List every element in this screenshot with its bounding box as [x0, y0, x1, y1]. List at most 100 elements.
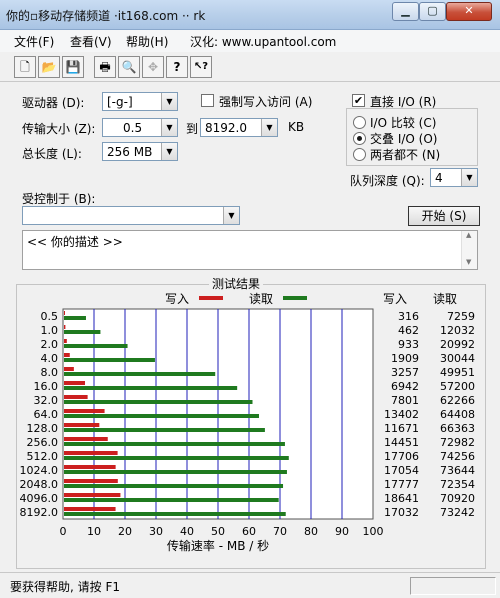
help-button[interactable]: ?	[166, 56, 188, 78]
print-button[interactable]: 🖶	[94, 56, 116, 78]
menu-bar: 文件(F) 查看(V) 帮助(H) 汉化: www.upantool.com	[0, 30, 500, 52]
move-button[interactable]: ✥	[142, 56, 164, 78]
save-icon: 💾	[65, 60, 81, 74]
queue-depth-value: 4	[435, 171, 443, 185]
category-label: 4.0	[41, 352, 59, 365]
x-tick-label: 70	[273, 525, 287, 538]
results-panel: 写入 读取 写入 读取 0 10 20 30 40 50 60 70 80 90 100 传输速率 - MB …	[16, 284, 486, 569]
write-value: 11671	[384, 422, 419, 435]
write-bar	[64, 493, 121, 497]
results-title: 测试结果	[209, 275, 264, 292]
minimize-button[interactable]: ▁	[392, 2, 419, 21]
write-value: 14451	[384, 436, 419, 449]
context-help-button[interactable]: ↖?	[190, 56, 212, 78]
to-label: 到	[186, 122, 199, 136]
write-bar	[64, 311, 65, 315]
scroll-up-icon[interactable]: ▲	[466, 231, 471, 239]
description-scrollbar[interactable]: ▲ ▼	[461, 231, 477, 269]
menu-view[interactable]: 查看(V)	[70, 33, 112, 50]
x-tick-label: 50	[211, 525, 225, 538]
read-bar	[64, 498, 279, 502]
force-write-checkbox[interactable]	[201, 94, 214, 107]
io-compare-radio[interactable]	[353, 116, 366, 129]
chevron-down-icon[interactable]: ▼	[161, 119, 177, 136]
x-axis-title: 传输速率 - MB / 秒	[167, 538, 269, 553]
chevron-down-icon[interactable]: ▼	[261, 119, 277, 136]
scroll-down-icon[interactable]: ▼	[466, 258, 471, 266]
minimize-icon: ▁	[401, 4, 410, 17]
start-button[interactable]: 开始 (S)	[408, 206, 480, 226]
write-value: 6942	[391, 380, 419, 393]
help-icon: ?	[173, 60, 181, 74]
read-value: 73242	[440, 506, 475, 519]
read-bar	[64, 330, 101, 334]
controlled-by-select[interactable]: ▼	[22, 206, 240, 225]
read-bar	[64, 344, 128, 348]
transfer-to-select[interactable]: 8192.0 ▼	[200, 118, 278, 137]
read-value: 72354	[440, 478, 475, 491]
x-tick-label: 60	[242, 525, 256, 538]
category-label: 2048.0	[20, 478, 59, 491]
neither-radio[interactable]	[353, 148, 366, 161]
read-bar	[64, 316, 86, 320]
category-label: 16.0	[34, 380, 59, 393]
force-write-label: 强制写入访问 (A)	[219, 95, 313, 109]
save-button[interactable]: 💾	[62, 56, 84, 78]
title-bar[interactable]: 你的▫移动存储频道 ·it168.com ·· rk ▁ ▢ ✕	[0, 0, 500, 30]
write-value: 462	[398, 324, 419, 337]
x-tick-label: 40	[180, 525, 194, 538]
open-button[interactable]: 📂	[38, 56, 60, 78]
direct-io-checkbox[interactable]: ✔	[352, 94, 365, 107]
menu-localization[interactable]: 汉化: www.upantool.com	[190, 33, 336, 50]
total-length-label: 总长度 (L):	[22, 147, 82, 161]
window-title: 你的▫移动存储频道 ·it168.com ·· rk	[6, 9, 206, 23]
print-preview-button[interactable]: 🔍	[118, 56, 140, 78]
read-value: 72982	[440, 436, 475, 449]
new-file-icon: 🗋	[20, 60, 30, 74]
chevron-down-icon[interactable]: ▼	[461, 169, 477, 186]
maximize-button[interactable]: ▢	[419, 2, 446, 21]
total-length-value: 256 MB	[107, 145, 153, 159]
category-label: 1024.0	[20, 464, 59, 477]
category-label: 1.0	[41, 324, 59, 337]
new-button[interactable]: 🗋	[14, 56, 36, 78]
chevron-down-icon[interactable]: ▼	[161, 143, 177, 160]
close-icon: ✕	[464, 4, 474, 17]
close-button[interactable]: ✕	[446, 2, 492, 21]
description-textarea[interactable]: << 你的描述 >> ▲ ▼	[22, 230, 478, 270]
read-bar	[64, 484, 284, 488]
read-value: 12032	[440, 324, 475, 337]
chevron-down-icon[interactable]: ▼	[223, 207, 239, 224]
context-help-icon: ↖?	[193, 61, 209, 72]
write-value: 316	[398, 310, 419, 323]
drive-select[interactable]: [-g-] ▼	[102, 92, 178, 111]
legend-read-label: 读取	[249, 292, 273, 306]
x-tick-label: 10	[87, 525, 101, 538]
queue-depth-select[interactable]: 4 ▼	[430, 168, 478, 187]
category-label: 256.0	[27, 436, 59, 449]
overlapped-io-radio[interactable]	[353, 132, 366, 145]
overlapped-io-label: 交叠 I/O (O)	[370, 132, 438, 146]
menu-file[interactable]: 文件(F)	[14, 33, 54, 50]
write-value: 1909	[391, 352, 419, 365]
col-header-read: 读取	[433, 292, 457, 306]
category-label: 128.0	[27, 422, 59, 435]
x-tick-label: 90	[335, 525, 349, 538]
total-length-select[interactable]: 256 MB ▼	[102, 142, 178, 161]
category-label: 0.5	[41, 310, 59, 323]
col-header-write: 写入	[383, 292, 407, 306]
read-bar	[64, 386, 238, 390]
write-bar	[64, 451, 118, 455]
write-value: 3257	[391, 366, 419, 379]
category-label: 64.0	[34, 408, 59, 421]
read-bar	[64, 414, 259, 418]
read-value: 66363	[440, 422, 475, 435]
results-chart: 写入 读取 写入 读取 0 10 20 30 40 50 60 70 80 90 100 传输速率 - MB …	[20, 292, 476, 553]
transfer-from-select[interactable]: 0.5 ▼	[102, 118, 178, 137]
category-label: 8192.0	[20, 506, 59, 519]
write-bar	[64, 507, 116, 511]
open-folder-icon: 📂	[41, 60, 57, 74]
menu-help[interactable]: 帮助(H)	[126, 33, 168, 50]
chevron-down-icon[interactable]: ▼	[161, 93, 177, 110]
x-tick-label: 0	[60, 525, 67, 538]
